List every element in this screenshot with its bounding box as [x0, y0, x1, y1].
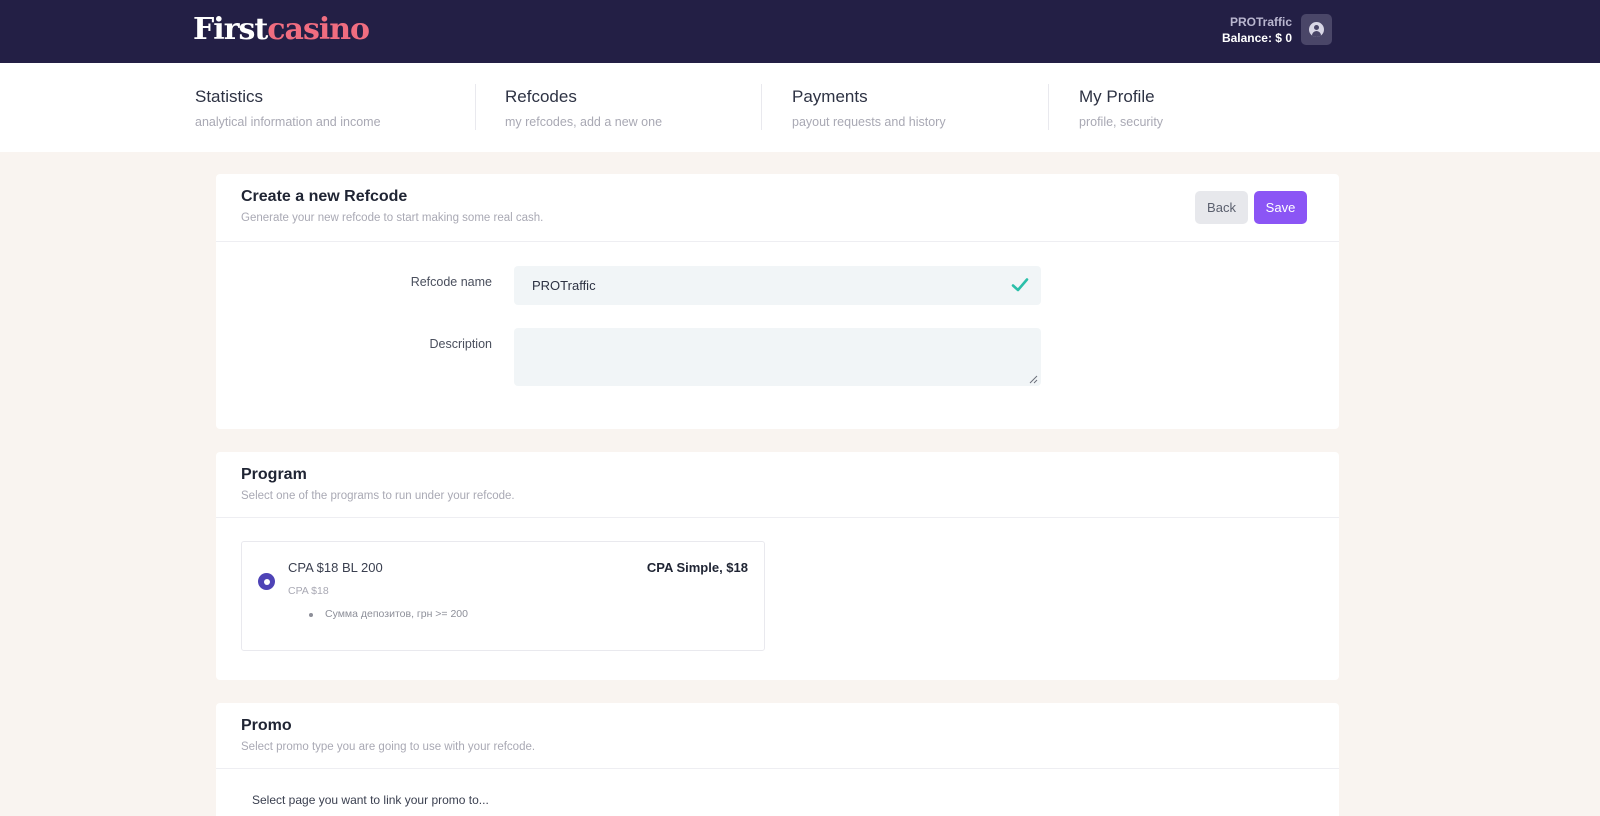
top-header: First casino PROTraffic Balance: $ 0 — [0, 0, 1600, 63]
user-name: PROTraffic — [1229, 15, 1292, 29]
program-name: CPA $18 BL 200 — [288, 560, 383, 575]
create-refcode-card: Create a new Refcode Generate your new r… — [216, 174, 1339, 429]
user-icon — [1309, 22, 1324, 37]
logo-casino-text: casino — [267, 12, 370, 47]
save-button[interactable]: Save — [1254, 191, 1307, 224]
program-radio[interactable] — [258, 573, 275, 590]
card-header: Program Select one of the programs to ru… — [216, 452, 1339, 518]
refcode-name-input[interactable] — [514, 266, 1041, 305]
card-title: Program — [241, 466, 307, 483]
card-header: Promo Select promo type you are going to… — [216, 703, 1339, 769]
program-option[interactable]: CPA $18 BL 200 CPA Simple, $18 CPA $18 С… — [241, 541, 765, 651]
nav-subtitle: profile, security — [1079, 115, 1164, 129]
nav-item-my-profile[interactable]: My Profile profile, security — [1079, 63, 1163, 152]
promo-select-label: Select page you want to link your promo … — [252, 793, 489, 807]
user-balance: Balance: $ 0 — [1221, 31, 1292, 45]
card-subtitle: Generate your new refcode to start makin… — [241, 212, 544, 224]
nav-item-statistics[interactable]: Statistics analytical information and in… — [195, 63, 381, 152]
card-title: Promo — [241, 717, 292, 734]
card-subtitle: Select promo type you are going to use w… — [241, 741, 536, 753]
promo-card: Promo Select promo type you are going to… — [216, 703, 1339, 816]
program-type: CPA Simple, $18 — [646, 560, 748, 575]
nav-title: My Profile — [1079, 87, 1155, 106]
nav-divider — [761, 84, 762, 130]
user-menu-button[interactable] — [1301, 14, 1332, 45]
back-button[interactable]: Back — [1195, 191, 1248, 224]
nav-subtitle: analytical information and income — [195, 115, 381, 129]
bullet-icon — [309, 613, 313, 617]
card-subtitle: Select one of the programs to run under … — [241, 490, 515, 502]
firstcasino-logo[interactable]: First casino — [193, 12, 370, 52]
nav-item-refcodes[interactable]: Refcodes my refcodes, add a new one — [505, 63, 662, 152]
refcode-name-label: Refcode name — [410, 275, 492, 289]
logo-first-text: First — [193, 12, 268, 47]
resize-handle-icon[interactable] — [1029, 375, 1038, 384]
program-subtitle: CPA $18 — [288, 585, 329, 597]
description-textarea[interactable] — [514, 328, 1041, 386]
card-title: Create a new Refcode — [241, 188, 408, 205]
nav-divider — [1048, 84, 1049, 130]
main-nav: Statistics analytical information and in… — [0, 63, 1600, 152]
nav-title: Statistics — [195, 87, 264, 106]
card-header: Create a new Refcode Generate your new r… — [216, 174, 1339, 242]
nav-subtitle: my refcodes, add a new one — [505, 115, 663, 129]
program-card: Program Select one of the programs to ru… — [216, 452, 1339, 680]
program-condition: Сумма депозитов, грн >= 200 — [325, 608, 468, 620]
nav-title: Payments — [792, 87, 868, 106]
description-label: Description — [429, 337, 492, 351]
nav-subtitle: payout requests and history — [792, 115, 946, 129]
user-info: PROTraffic Balance: $ 0 — [1222, 14, 1292, 46]
nav-item-payments[interactable]: Payments payout requests and history — [792, 63, 946, 152]
nav-title: Refcodes — [505, 87, 577, 106]
nav-divider — [475, 84, 476, 130]
check-icon — [1011, 278, 1029, 292]
